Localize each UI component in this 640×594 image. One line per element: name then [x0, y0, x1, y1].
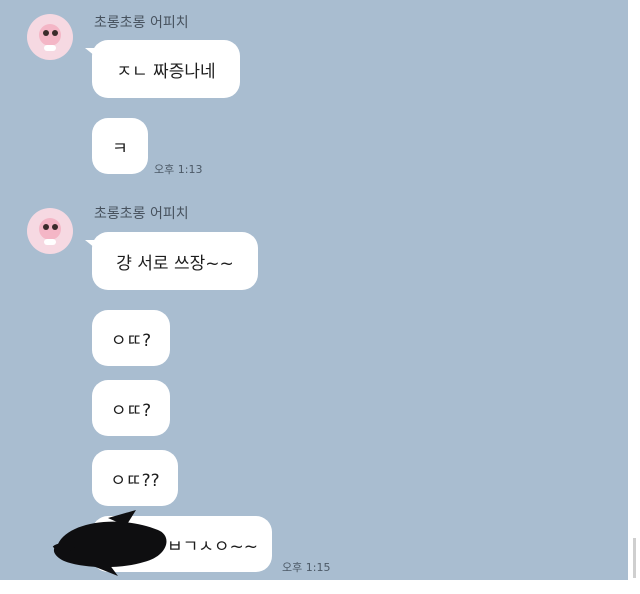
- message-text: ㅇㄸ??: [110, 470, 160, 491]
- message-timestamp: 오후 1:15: [282, 561, 331, 574]
- message-text: ㅋ: [112, 138, 128, 159]
- chat-room: 초롱초롱 어피치 ㅈㄴ 짜증나네 ㅋ 오후 1:13 초롱초롱 어피치 걍 서로…: [0, 0, 628, 580]
- message-text: ㅈㄴ 짜증나네: [116, 61, 216, 82]
- message-bubble[interactable]: 걍 서로 쓰장~~: [85, 232, 258, 290]
- apeach-face-icon: [39, 24, 61, 46]
- message-bubble[interactable]: ㅇㄸ?: [92, 310, 170, 366]
- eye-icon: [52, 30, 58, 36]
- eye-icon: [52, 224, 58, 230]
- message-timestamp: 오후 1:13: [154, 163, 203, 176]
- message-text: ㅇㄸ?: [110, 330, 152, 351]
- message-text: 걍 서로 쓰장~~: [116, 253, 234, 274]
- redaction-scribble: [52, 510, 167, 576]
- edge-strip: [633, 538, 636, 578]
- eye-icon: [43, 30, 49, 36]
- sender-name: 초롱초롱 어피치: [94, 15, 189, 31]
- message-text: ㅂㄱㅅㅇ~~: [166, 536, 258, 557]
- profile-avatar[interactable]: [27, 14, 73, 60]
- eye-icon: [43, 224, 49, 230]
- bow-icon: [44, 45, 56, 51]
- message-bubble[interactable]: ㅈㄴ 짜증나네: [85, 40, 240, 98]
- message-bubble[interactable]: ㅇㄸ?: [92, 380, 170, 436]
- message-text: ㅇㄸ?: [110, 400, 152, 421]
- sender-name: 초롱초롱 어피치: [94, 206, 189, 222]
- apeach-face-icon: [39, 218, 61, 240]
- message-bubble[interactable]: ㅋ: [92, 118, 148, 174]
- profile-avatar[interactable]: [27, 208, 73, 254]
- bow-icon: [44, 239, 56, 245]
- message-bubble[interactable]: ㅇㄸ??: [92, 450, 178, 506]
